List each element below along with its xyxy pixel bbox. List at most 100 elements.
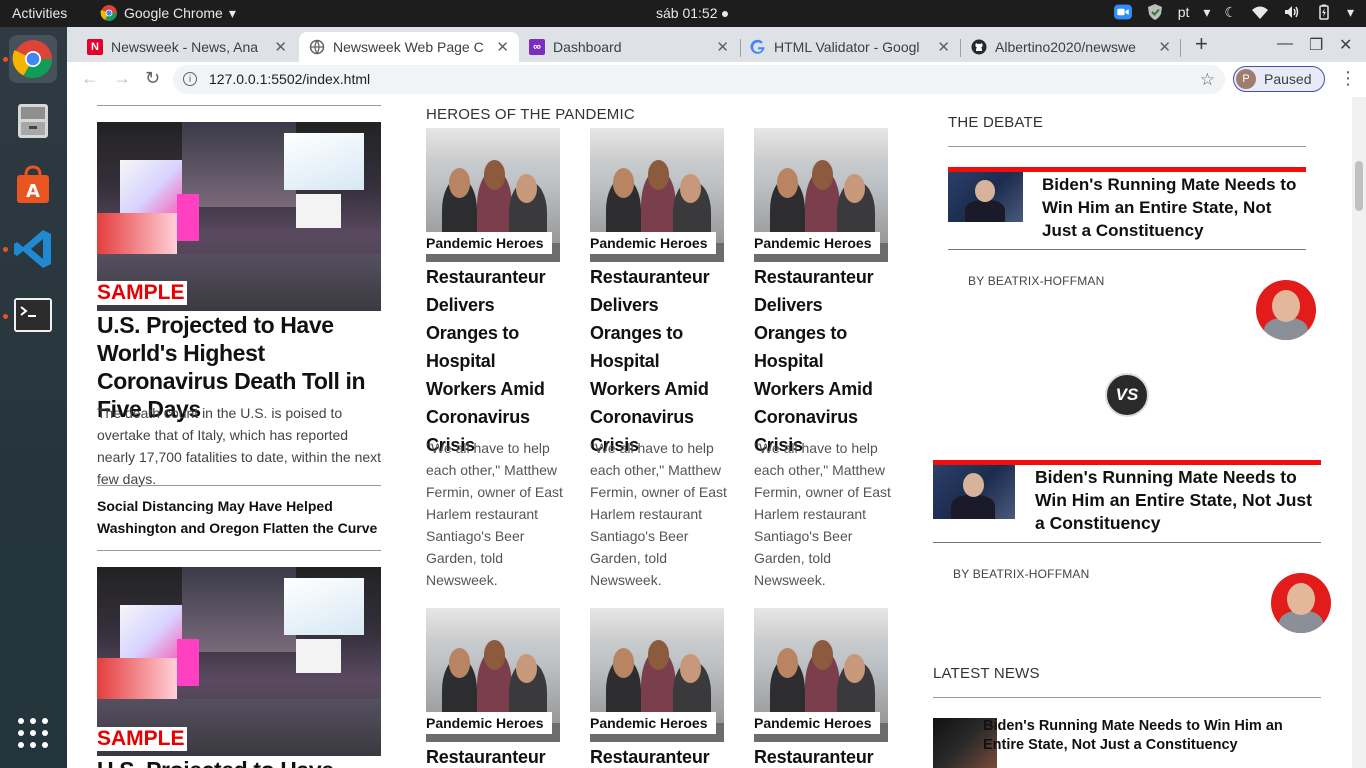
google-g-icon — [750, 39, 765, 54]
info-icon[interactable]: i — [183, 72, 197, 86]
hero-tag[interactable]: Pandemic Heroes — [590, 712, 716, 734]
hero-tag[interactable]: Pandemic Heroes — [754, 232, 880, 254]
wifi-icon[interactable] — [1251, 3, 1269, 21]
hero-headline[interactable]: Restauranteur Delivers Oranges to Hospit… — [754, 263, 894, 459]
hero-card: Pandemic Heroes Restauranteur — [754, 608, 894, 768]
night-light-icon[interactable]: ☾ — [1224, 4, 1237, 21]
author-avatar[interactable] — [1271, 573, 1331, 633]
minimize-icon[interactable]: — — [1277, 35, 1293, 53]
chrome-icon — [100, 5, 117, 21]
divider — [933, 697, 1321, 698]
star-icon[interactable]: ☆ — [1200, 65, 1215, 94]
feature-headline[interactable]: U.S. Projected to Have — [97, 756, 381, 768]
divider — [948, 146, 1306, 147]
secondary-headline[interactable]: Social Distancing May Have Helped Washin… — [97, 495, 381, 539]
language-indicator[interactable]: pt — [1178, 4, 1190, 20]
hero-headline[interactable]: Restauranteur Delivers Oranges to Hospit… — [426, 263, 566, 459]
dock-chrome[interactable] — [9, 35, 57, 83]
dock-show-apps[interactable] — [9, 709, 57, 757]
divider — [97, 550, 381, 551]
divider — [97, 105, 381, 106]
hero-tag[interactable]: Pandemic Heroes — [754, 712, 880, 734]
hero-card: Pandemic Heroes Restauranteur Delivers O… — [754, 128, 894, 598]
dock: A — [0, 27, 67, 768]
forward-arrow-icon[interactable]: → — [113, 68, 131, 89]
volume-icon[interactable] — [1283, 3, 1301, 21]
hero-headline[interactable]: Restauranteur — [754, 743, 894, 768]
file-cabinet-icon — [18, 104, 48, 138]
hero-headline[interactable]: Restauranteur — [426, 743, 566, 768]
back-arrow-icon[interactable]: ← — [81, 68, 99, 89]
debate-image[interactable] — [933, 465, 1015, 519]
dashboard-icon: ∞ — [529, 39, 545, 55]
hero-tag[interactable]: Pandemic Heroes — [426, 232, 552, 254]
clock-text: sáb 01:52 — [656, 5, 718, 21]
tab-html-validator[interactable]: HTML Validator - Googl ✕ — [740, 32, 960, 62]
tab-newsweek-news[interactable]: N Newsweek - News, Ana ✕ — [77, 32, 297, 62]
hero-tag[interactable]: Pandemic Heroes — [590, 232, 716, 254]
tab-newsweek-web-page[interactable]: Newsweek Web Page C ✕ — [299, 32, 519, 62]
close-icon[interactable]: ✕ — [1158, 38, 1171, 56]
author-avatar[interactable] — [1256, 280, 1316, 340]
shield-icon[interactable] — [1146, 3, 1164, 21]
browser-toolbar: ← → ↻ i 127.0.0.1:5502/index.html ☆ P Pa… — [67, 62, 1366, 98]
hero-card: Pandemic Heroes Restauranteur Delivers O… — [426, 128, 566, 598]
maximize-icon[interactable]: ❐ — [1309, 35, 1323, 55]
dock-software-center[interactable]: A — [9, 161, 57, 209]
system-tray[interactable]: pt ▾ ☾ ▾ — [1113, 3, 1354, 21]
hero-card: Pandemic Heroes Restauranteur Delivers O… — [590, 128, 730, 598]
reload-icon[interactable]: ↻ — [145, 68, 160, 89]
close-icon[interactable]: ✕ — [716, 38, 729, 56]
new-tab-button[interactable]: + — [1195, 31, 1208, 57]
zoom-icon[interactable] — [1113, 3, 1132, 21]
tab-title: Dashboard — [553, 39, 622, 55]
terminal-icon — [14, 298, 52, 332]
address-bar[interactable]: i 127.0.0.1:5502/index.html ☆ — [173, 65, 1225, 94]
chevron-down-icon: ▾ — [228, 4, 236, 21]
dock-terminal[interactable] — [9, 291, 57, 339]
hero-tag[interactable]: Pandemic Heroes — [426, 712, 552, 734]
svg-text:A: A — [26, 181, 40, 202]
battery-icon[interactable] — [1315, 3, 1333, 21]
divider — [933, 542, 1321, 543]
latest-news-headline[interactable]: Biden's Running Mate Needs to Win Him an… — [983, 717, 1313, 755]
dock-vscode[interactable] — [9, 225, 57, 273]
page-viewport: SAMPLE U.S. Projected to Have World's Hi… — [67, 97, 1366, 768]
github-icon — [971, 39, 987, 55]
hero-headline[interactable]: Restauranteur Delivers Oranges to Hospit… — [590, 263, 730, 459]
debate-headline[interactable]: Biden's Running Mate Needs to Win Him an… — [1035, 466, 1321, 535]
tab-title: Newsweek - News, Ana — [111, 39, 259, 55]
byline[interactable]: BY BEATRIX-HOFFMAN — [968, 274, 1105, 288]
scrollbar-thumb[interactable] — [1355, 161, 1363, 211]
tab-dashboard[interactable]: ∞ Dashboard ✕ — [519, 32, 739, 62]
close-icon[interactable]: ✕ — [937, 38, 950, 56]
dock-files[interactable] — [9, 97, 57, 145]
kebab-menu-icon[interactable]: ⋮ — [1339, 68, 1357, 89]
app-menu[interactable]: Google Chrome ▾ — [100, 4, 236, 22]
section-title-latest-news: LATEST NEWS — [933, 665, 1040, 682]
hero-card: Pandemic Heroes Restauranteur — [590, 608, 730, 768]
tab-title: Newsweek Web Page C — [333, 39, 484, 55]
debate-image[interactable] — [948, 172, 1023, 222]
section-title-heroes: HEROES OF THE PANDEMIC — [426, 106, 635, 123]
close-window-icon[interactable]: ✕ — [1339, 35, 1352, 55]
clock[interactable]: sáb 01:52 — [656, 5, 728, 21]
debate-headline[interactable]: Biden's Running Mate Needs to Win Him an… — [1042, 173, 1306, 242]
hero-headline[interactable]: Restauranteur — [590, 743, 730, 768]
hero-quote: "We all have to help each other," Matthe… — [754, 440, 891, 588]
divider — [948, 249, 1306, 250]
scrollbar[interactable] — [1352, 97, 1366, 768]
avatar: P — [1236, 69, 1256, 89]
close-icon[interactable]: ✕ — [496, 38, 509, 56]
profile-button[interactable]: P Paused — [1233, 66, 1325, 92]
divider — [97, 485, 381, 486]
close-icon[interactable]: ✕ — [274, 38, 287, 56]
byline[interactable]: BY BEATRIX-HOFFMAN — [953, 567, 1090, 581]
tab-github[interactable]: Albertino2020/newswe ✕ — [961, 32, 1181, 62]
hero-card: Pandemic Heroes Restauranteur — [426, 608, 566, 768]
app-menu-label: Google Chrome — [124, 5, 223, 21]
chevron-down-icon: ▾ — [1203, 3, 1211, 20]
running-indicator — [3, 57, 8, 62]
activities-button[interactable]: Activities — [12, 5, 67, 21]
sample-label: SAMPLE — [97, 727, 187, 751]
